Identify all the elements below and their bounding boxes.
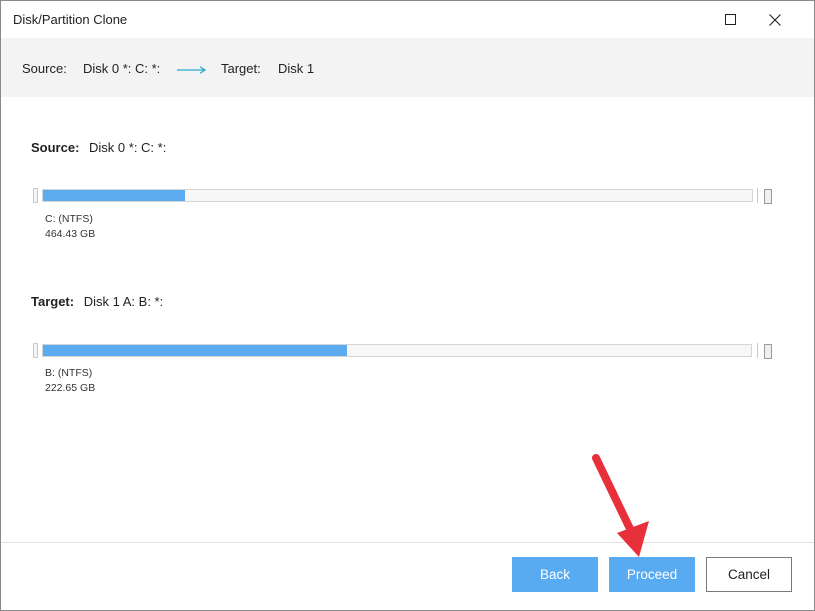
maximize-button[interactable] xyxy=(707,1,753,38)
target-partition-bar[interactable] xyxy=(42,344,752,357)
source-disk-right-divider xyxy=(757,188,758,203)
right-arrow-icon xyxy=(177,66,207,74)
proceed-button[interactable]: Proceed xyxy=(609,557,695,592)
title-bar: Disk/Partition Clone xyxy=(1,1,814,38)
target-partition-name: B: (NTFS) xyxy=(45,367,93,379)
source-partition-info: C: (NTFS) 464.43 GB xyxy=(45,212,95,242)
source-value: Disk 0 *: C: *: xyxy=(89,140,167,155)
target-partition-info: B: (NTFS) 222.65 GB xyxy=(45,366,95,396)
source-partition-size: 464.43 GB xyxy=(45,228,96,240)
target-value: Disk 1 A: B: *: xyxy=(83,294,164,309)
back-button[interactable]: Back xyxy=(512,557,598,592)
summary-target-value: Disk 1 xyxy=(278,61,315,76)
source-unallocated-block xyxy=(764,189,772,204)
target-used-fill xyxy=(43,345,348,356)
source-used-fill xyxy=(43,190,185,201)
target-disk-right-divider xyxy=(757,343,758,358)
cancel-button[interactable]: Cancel xyxy=(706,557,792,592)
clone-summary-bar: Source: Disk 0 *: C: *: Target: Disk 1 xyxy=(1,38,814,97)
target-label: Target: xyxy=(31,294,75,309)
target-partition-size: 222.65 GB xyxy=(45,382,96,394)
window-title: Disk/Partition Clone xyxy=(13,12,128,27)
target-unallocated-block xyxy=(764,344,772,359)
clone-dialog: Disk/Partition Clone Source: Disk 0 *: C… xyxy=(0,0,815,611)
close-icon xyxy=(769,13,781,26)
footer-divider xyxy=(1,542,814,543)
source-label: Source: xyxy=(31,140,80,155)
summary-source-value: Disk 0 *: C: *: xyxy=(83,61,161,76)
close-button[interactable] xyxy=(752,1,798,38)
source-heading: Source: Disk 0 *: C: *: xyxy=(31,140,166,155)
source-partition-name: C: (NTFS) xyxy=(45,213,93,225)
annotation-arrow-icon xyxy=(592,454,649,557)
source-disk-left-edge xyxy=(33,188,38,203)
summary-target-label: Target: xyxy=(221,61,261,76)
summary-source-label: Source: xyxy=(22,61,67,76)
target-disk-left-edge xyxy=(33,343,38,358)
maximize-icon xyxy=(724,14,736,25)
target-heading: Target: Disk 1 A: B: *: xyxy=(31,294,163,309)
source-partition-bar[interactable] xyxy=(42,189,753,202)
